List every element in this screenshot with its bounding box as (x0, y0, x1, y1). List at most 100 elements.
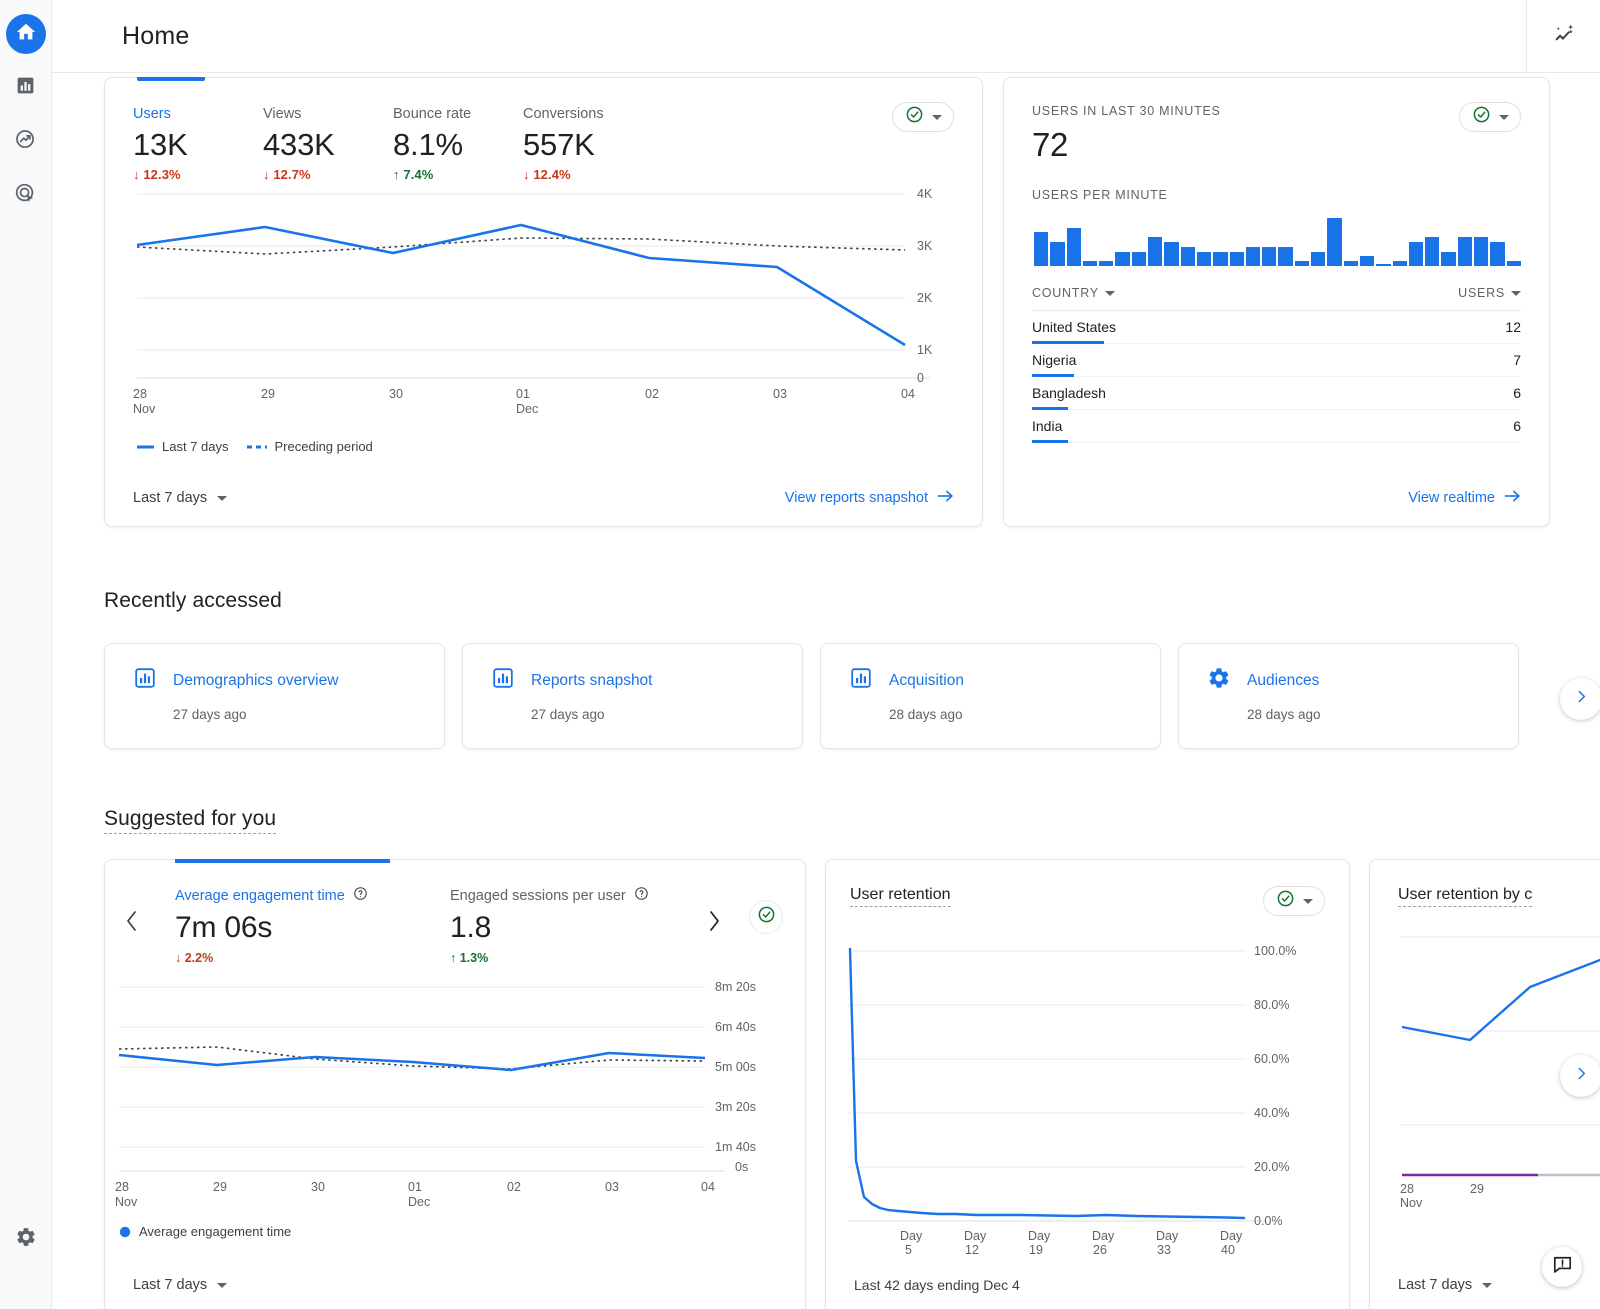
chevron-down-icon (1482, 1282, 1493, 1288)
arrow-down-icon: ↓ (523, 167, 530, 183)
svg-text:29: 29 (1470, 1182, 1484, 1196)
retention-status-pill[interactable] (1263, 886, 1325, 916)
column-label: COUNTRY (1032, 286, 1099, 300)
suggested-title-wrap: Suggested for you (52, 807, 1600, 834)
metric-bounce-rate[interactable]: Bounce rate 8.1% ↑ 7.4% (393, 106, 523, 182)
svg-text:Day: Day (1220, 1229, 1243, 1243)
realtime-country-row[interactable]: United States 12 (1032, 311, 1521, 344)
sidebar-item-home[interactable] (5, 14, 46, 54)
svg-text:60.0%: 60.0% (1254, 1052, 1289, 1066)
gear-icon (15, 1226, 37, 1253)
chevron-right-icon (1574, 689, 1589, 709)
svg-text:30: 30 (311, 1180, 325, 1194)
overview-date-range-select[interactable]: Last 7 days (133, 490, 228, 506)
country-name: Bangladesh (1032, 385, 1106, 401)
svg-text:6m 40s: 6m 40s (715, 1020, 756, 1034)
svg-text:1m 40s: 1m 40s (715, 1140, 756, 1154)
realtime-status-pill[interactable] (1459, 102, 1521, 132)
insights-button[interactable] (1527, 0, 1600, 73)
realtime-country-row[interactable]: Bangladesh 6 (1032, 377, 1521, 410)
overview-card: Users 13K ↓ 12.3% Views 433K ↓ 12.7% Bou… (104, 77, 983, 527)
sidebar-item-admin[interactable] (6, 1219, 46, 1259)
svg-text:3m 20s: 3m 20s (715, 1100, 756, 1114)
engagement-card-footer: Last 7 days (105, 1257, 805, 1309)
metric-label: Bounce rate (393, 106, 472, 122)
recently-accessed-row: Demographics overview 27 days ago Report… (52, 643, 1600, 749)
arrow-down-icon: ↓ (263, 167, 270, 183)
svg-text:03: 03 (773, 387, 787, 401)
recently-accessed-next-button[interactable] (1560, 678, 1600, 720)
users-per-minute-bar (1034, 232, 1049, 266)
users-per-minute-bar (1490, 242, 1505, 266)
engagement-status-badge[interactable] (749, 900, 783, 934)
cohort-date-range-select[interactable]: Last 7 days (1398, 1277, 1493, 1293)
recent-card-demographics-overview[interactable]: Demographics overview 27 days ago (104, 643, 445, 749)
realtime-country-table: United States 12 Nigeria 7 Bangladesh 6 India 6 (1032, 311, 1521, 443)
svg-text:12: 12 (965, 1243, 979, 1256)
users-per-minute-bar (1229, 252, 1244, 266)
svg-text:3K: 3K (917, 239, 933, 253)
help-circle-icon[interactable] (353, 886, 368, 905)
metric-delta-value: 1.3% (459, 951, 489, 965)
users-per-minute-bar (1506, 261, 1521, 266)
overview-chart: 4K 3K 2K 1K 0 28 Nov 29 30 01 Dec 02 03 … (105, 182, 982, 454)
engagement-chart-svg: 8m 20s 6m 40s 5m 00s 3m 20s 1m 40s 0s 28… (115, 980, 756, 1209)
suggested-row: Average engagement time 7m 06s ↓ 2.2% En… (52, 859, 1600, 1309)
users-per-minute-bar (1327, 218, 1342, 266)
legend-label: Average engagement time (139, 1224, 292, 1239)
recent-card-time: 27 days ago (173, 707, 247, 722)
users-per-minute-bar (1343, 261, 1358, 266)
svg-text:40.0%: 40.0% (1254, 1106, 1289, 1120)
sidebar-item-explore[interactable] (6, 122, 46, 162)
metric-engaged-sessions-per-user[interactable]: Engaged sessions per user 1.8 ↑ 1.3% (450, 886, 725, 965)
metric-conversions[interactable]: Conversions 557K ↓ 12.4% (523, 106, 723, 182)
svg-text:30: 30 (389, 387, 403, 401)
suggested-next-button[interactable] (1560, 1055, 1600, 1097)
metric-label: Users (133, 106, 171, 122)
legend-preceding-period: Preceding period (246, 439, 373, 454)
metric-value: 1.8 (450, 911, 492, 944)
metric-value: 8.1% (393, 127, 463, 162)
metric-delta: ↑ 1.3% (450, 951, 725, 965)
column-header-country[interactable]: COUNTRY (1032, 286, 1115, 300)
engagement-prev-button[interactable] (119, 910, 145, 936)
sidebar-item-reports[interactable] (6, 68, 46, 108)
date-range-label: Last 7 days (1398, 1277, 1473, 1293)
bar-chart-icon (491, 666, 515, 695)
recent-card-title: Audiences (1247, 671, 1320, 689)
engagement-next-button[interactable] (701, 910, 727, 936)
realtime-country-row[interactable]: India 6 (1032, 410, 1521, 443)
overview-status-pill[interactable] (892, 102, 954, 132)
users-per-minute-bar (1457, 237, 1473, 266)
recent-card-title: Acquisition (889, 671, 964, 689)
realtime-country-row[interactable]: Nigeria 7 (1032, 344, 1521, 377)
realtime-users-label: USERS IN LAST 30 MINUTES (1032, 104, 1221, 118)
country-users-value: 12 (1505, 319, 1521, 335)
svg-text:04: 04 (701, 1180, 715, 1194)
metric-average-engagement-time[interactable]: Average engagement time 7m 06s ↓ 2.2% (175, 886, 450, 965)
advertising-target-icon (14, 182, 37, 210)
chevron-down-icon (931, 114, 942, 120)
view-reports-snapshot-link[interactable]: View reports snapshot (785, 489, 954, 507)
help-circle-icon[interactable] (634, 886, 649, 905)
metric-label: Average engagement time (175, 887, 345, 904)
svg-text:Dec: Dec (408, 1195, 430, 1209)
recent-card-reports-snapshot[interactable]: Reports snapshot 27 days ago (462, 643, 803, 749)
engagement-date-range-select[interactable]: Last 7 days (133, 1277, 228, 1293)
column-header-users[interactable]: USERS (1458, 286, 1521, 300)
view-realtime-link[interactable]: View realtime (1408, 489, 1521, 507)
date-range-label: Last 7 days (133, 490, 208, 506)
chevron-down-icon (1511, 290, 1521, 296)
explore-trend-icon (14, 128, 37, 156)
recent-card-acquisition[interactable]: Acquisition 28 days ago (820, 643, 1161, 749)
metric-value: 557K (523, 127, 595, 162)
metric-users[interactable]: Users 13K ↓ 12.3% (133, 106, 263, 182)
metric-value: 7m 06s (175, 911, 273, 944)
recent-card-title: Demographics overview (173, 671, 339, 689)
svg-text:5: 5 (905, 1243, 912, 1256)
engagement-metrics: Average engagement time 7m 06s ↓ 2.2% En… (105, 860, 805, 965)
sidebar-item-advertising[interactable] (6, 176, 46, 216)
recent-card-audiences[interactable]: Audiences 28 days ago (1178, 643, 1519, 749)
feedback-button[interactable] (1542, 1247, 1582, 1287)
metric-views[interactable]: Views 433K ↓ 12.7% (263, 106, 393, 182)
